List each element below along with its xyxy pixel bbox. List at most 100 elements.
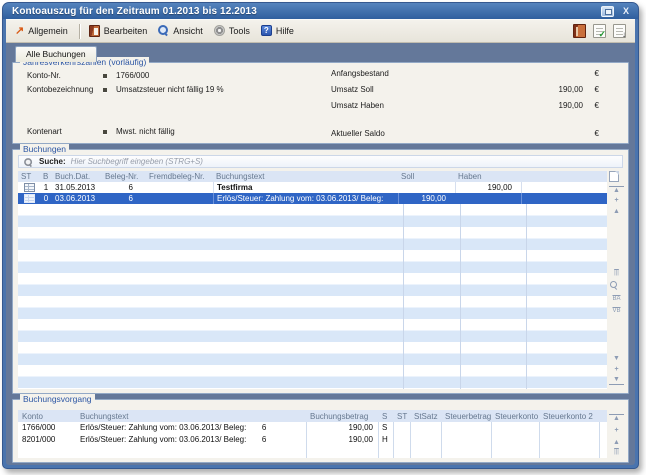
cell-buchungstext: Erlös/Steuer: Zahlung vom: 03.06.2013/ B… [76, 422, 306, 434]
cell-extra [521, 182, 607, 193]
cell-b: 1 [40, 182, 52, 193]
cell-haben: 190,00 [455, 182, 521, 193]
currency-symbol: € [583, 69, 599, 78]
column-header-st[interactable]: ST [393, 412, 410, 421]
group-buchungen: Buchungen Suche: Hier Suchbegriff eingeb… [12, 149, 629, 394]
table-row-selected[interactable]: 0 03.06.2013 6 Erlös/Steuer: Zahlung vom… [18, 193, 607, 204]
document-export-icon[interactable]: ↓ [613, 24, 626, 38]
search-placeholder: Hier Suchbegriff eingeben (STRG+S) [71, 157, 203, 166]
column-header-beleg-nr[interactable]: Beleg-Nr. [102, 172, 146, 181]
restore-window-button[interactable] [601, 6, 614, 17]
bullet-icon [103, 130, 107, 134]
column-header-st[interactable]: ST [18, 172, 40, 181]
cell-konto: 8201/000 [18, 434, 76, 446]
search-label: Suche: [39, 157, 66, 166]
field-value: Mwst. nicht fällig [116, 127, 175, 136]
scroll-down-page-icon[interactable]: + [609, 366, 624, 374]
cell-s: S [378, 422, 393, 434]
column-header-buchungstext[interactable]: Buchungstext [76, 412, 306, 421]
column-header-steuerkonto-1[interactable]: Steuerkonto 1 [491, 412, 539, 421]
menu-bar: ↗ Allgemein Bearbeiten Ansicht Tools ? H… [6, 19, 635, 43]
scroll-to-top-icon[interactable]: ▲ [609, 414, 624, 423]
cell-s: H [378, 434, 393, 446]
title-bar: Kontoauszug für den Zeitraum 01.2013 bis… [3, 3, 638, 19]
close-button[interactable]: X [621, 6, 631, 17]
table-row[interactable]: 8201/000 Erlös/Steuer: Zahlung vom: 03.0… [18, 434, 607, 446]
report-icon[interactable] [573, 24, 586, 38]
menu-item-ansicht[interactable]: Ansicht [154, 23, 209, 39]
table-row[interactable]: 1 31.05.2013 6 Testfirma 190,00 [18, 182, 607, 193]
cell-b: 0 [40, 193, 52, 204]
table-row[interactable]: 1766/000 Erlös/Steuer: Zahlung vom: 03.0… [18, 422, 607, 434]
edit-notebook-icon [89, 25, 100, 37]
column-header-steuerkonto-2[interactable]: Steuerkonto 2 [539, 412, 599, 421]
scroll-up-page-icon[interactable]: + [609, 197, 624, 205]
column-header-stsatz[interactable]: StSatz [410, 412, 441, 421]
zoom-search-icon[interactable] [609, 281, 618, 290]
column-header-konto[interactable]: Konto [18, 412, 76, 421]
toolbar-right-icons: ✓ ↓ [573, 24, 630, 38]
field-label: Kontobezeichnung [27, 85, 103, 94]
summary-row-umsatz-soll: Umsatz Soll 190,00 € [331, 85, 599, 94]
column-header-b[interactable]: B [40, 172, 52, 181]
cell-beleg-nr: 6 [102, 182, 146, 193]
column-header-buchungstext[interactable]: Buchungstext [213, 172, 398, 181]
scroll-down-icon[interactable]: ▼ [609, 355, 624, 363]
column-header-soll[interactable]: Soll [398, 172, 455, 181]
record-grid-icon [24, 194, 35, 203]
column-header-buchungsbetrag[interactable]: Buchungsbetrag [306, 412, 378, 421]
search-input[interactable]: Suche: Hier Suchbegriff eingeben (STRG+S… [18, 155, 623, 168]
bookings-nav-strip: ▲ + ▲ ||| BA VB ▼ + ▼ [609, 171, 624, 389]
column-gridline [526, 204, 527, 389]
cell-steuerkonto-1 [491, 422, 539, 434]
group-title: Buchungen [20, 144, 69, 154]
help-icon: ? [261, 25, 272, 36]
group-jahresverkehrszahlen: Jahresverkehrszahlen (vorläufig) Konto-N… [12, 62, 629, 144]
column-header-fremdbeleg-nr[interactable]: Fremdbeleg-Nr. [146, 172, 213, 181]
currency-symbol: € [583, 85, 599, 94]
menu-label-hilfe: Hilfe [276, 26, 294, 36]
empty-rows-area [18, 204, 607, 389]
document-check-icon[interactable]: ✓ [593, 24, 606, 38]
menu-item-allgemein[interactable]: ↗ Allgemein [11, 24, 74, 39]
field-label: Umsatz Soll [331, 85, 374, 94]
field-label: Anfangsbestand [331, 69, 389, 78]
menu-item-bearbeiten[interactable]: Bearbeiten [85, 23, 154, 40]
cell-stsatz [410, 422, 441, 434]
cell-buchdat: 31.05.2013 [52, 182, 102, 193]
column-chooser-icon[interactable] [609, 171, 619, 182]
menu-item-hilfe[interactable]: ? Hilfe [257, 23, 300, 39]
column-gridline [460, 204, 461, 389]
cell-buchungsbetrag: 190,00 [306, 422, 378, 434]
empty-rows-area [18, 446, 607, 458]
scroll-up-page-icon[interactable]: + [609, 427, 624, 435]
scroll-to-top-icon[interactable]: ▲ [609, 186, 624, 195]
scroll-to-bottom-icon[interactable]: ▼ [609, 376, 624, 385]
cell-buchungsbetrag: 190,00 [306, 434, 378, 446]
scroll-up-icon[interactable]: ▲ [609, 208, 624, 216]
column-header-steuerbetrag[interactable]: Steuerbetrag [441, 412, 491, 421]
summary-row-anfangsbestand: Anfangsbestand € [331, 69, 599, 78]
column-header-buchdat[interactable]: Buch.Dat. [52, 172, 102, 181]
scroll-up-icon[interactable]: ▲ [609, 439, 624, 447]
record-grid-icon [24, 183, 35, 192]
column-layout-icon[interactable]: ||| [609, 448, 624, 456]
column-header-s[interactable]: S [378, 412, 393, 421]
cell-extra [599, 422, 607, 434]
ba-view-icon[interactable]: BA [609, 295, 624, 303]
summary-row-konto-nr: Konto-Nr. 1766/000 [27, 71, 149, 80]
field-label: Aktueller Saldo [331, 129, 385, 138]
cell-steuerbetrag [441, 434, 491, 446]
group-title: Buchungsvorgang [20, 394, 95, 404]
vb-view-icon[interactable]: VB [609, 307, 624, 315]
cell-steuerkonto-2 [539, 434, 599, 446]
cell-steuerkonto-1 [491, 434, 539, 446]
cell-st [393, 422, 410, 434]
cell-extra [521, 193, 607, 204]
bullet-icon [103, 88, 107, 92]
column-layout-icon[interactable]: ||| [609, 269, 624, 277]
menu-label-allgemein: Allgemein [28, 26, 68, 36]
menu-item-tools[interactable]: Tools [210, 23, 256, 39]
tab-alle-buchungen[interactable]: Alle Buchungen [15, 46, 97, 62]
column-header-haben[interactable]: Haben [455, 172, 521, 181]
